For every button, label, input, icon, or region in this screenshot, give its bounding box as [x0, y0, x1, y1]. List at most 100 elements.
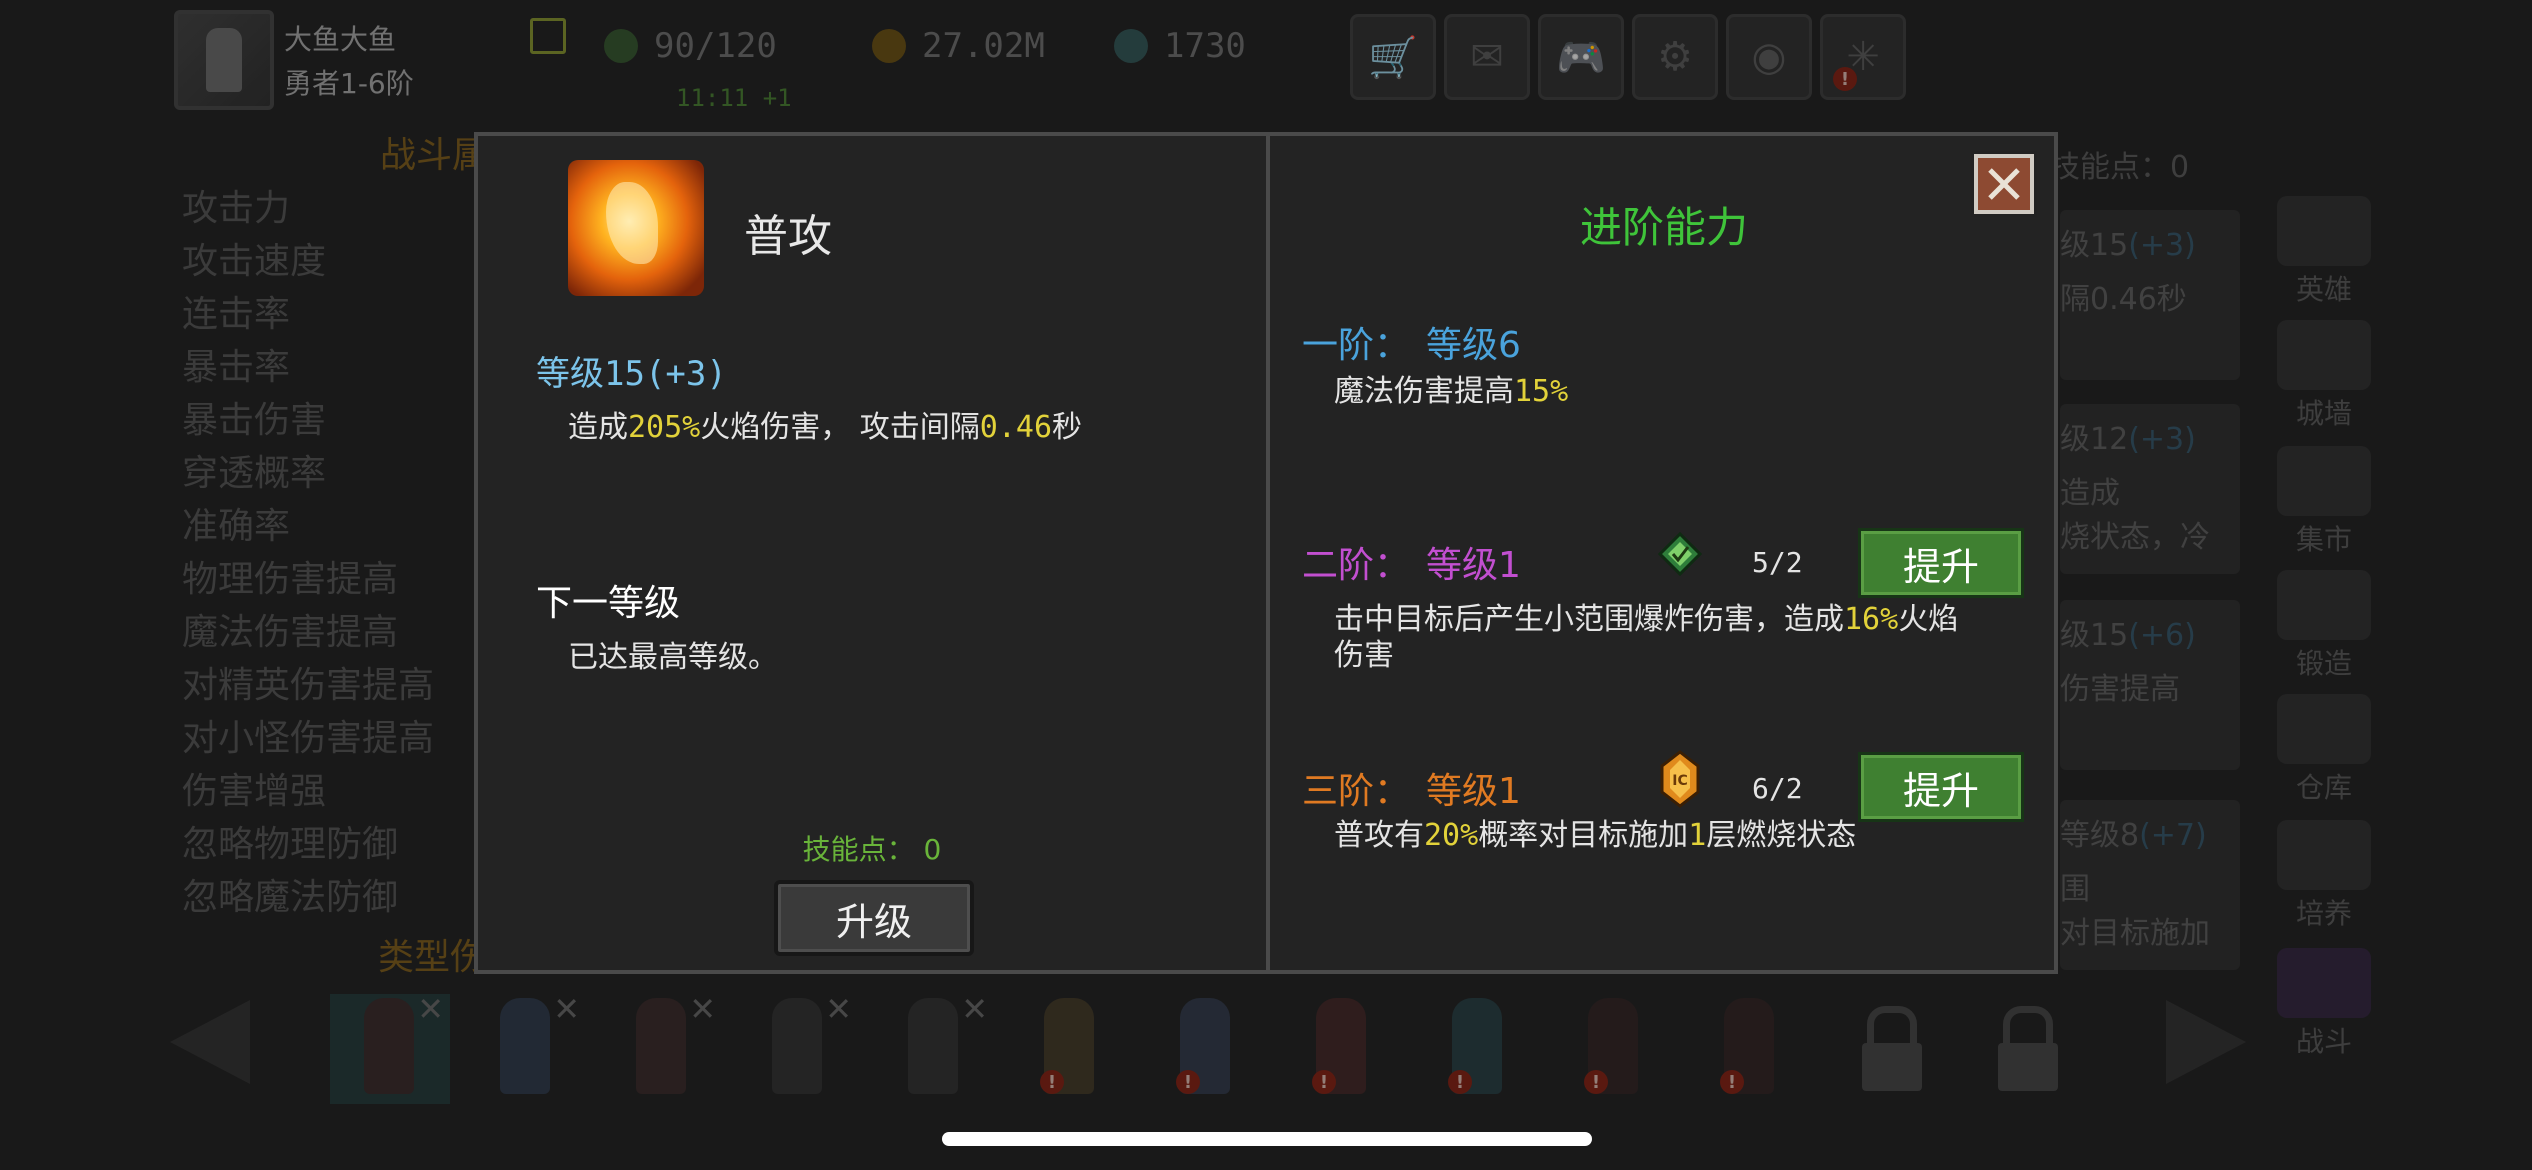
stat-label: 对小怪伤害提高: [182, 718, 435, 759]
tier-1-level: 等级6: [1426, 325, 1521, 366]
side-menu-storage[interactable]: 仓库: [2274, 694, 2374, 804]
alert-icon: !: [1448, 1070, 1472, 1094]
chalice-icon: [2277, 820, 2371, 890]
close-button[interactable]: [1974, 154, 2034, 214]
type-damage-title: 类型伤: [378, 937, 487, 978]
anvil-icon: [2277, 570, 2371, 640]
tier-2-name: 二阶：: [1302, 545, 1411, 586]
side-menu-wall[interactable]: 城墙: [2274, 320, 2374, 430]
energy-timer: 11:11 +1: [676, 84, 792, 112]
tier-2-cost: 5/2: [1752, 546, 1803, 579]
orange-gem-icon: IC: [1660, 750, 1700, 808]
green-gem-icon: [1658, 532, 1702, 576]
stat-label: 穿透概率: [182, 453, 327, 494]
hero-slot[interactable]: ✕: [874, 990, 994, 1104]
hero-slot[interactable]: !: [1282, 994, 1402, 1104]
alert-icon: !: [1833, 67, 1857, 91]
close-icon[interactable]: ✕: [689, 990, 716, 1028]
shop-button[interactable]: 🛒: [1350, 14, 1436, 100]
settings-button[interactable]: ⚙: [1632, 14, 1718, 100]
close-icon: [1988, 168, 2020, 200]
side-menu-forge[interactable]: 锻造: [2274, 570, 2374, 680]
side-menu-train[interactable]: 培养: [2274, 820, 2374, 930]
stat-label: 暴击率: [182, 347, 291, 388]
tier-3-name: 三阶：: [1302, 771, 1411, 812]
hero-slot[interactable]: ✕: [330, 990, 450, 1104]
close-icon[interactable]: ✕: [553, 990, 580, 1028]
side-menu-battle[interactable]: 战斗: [2274, 948, 2374, 1058]
upgrade-button[interactable]: 升级: [774, 880, 974, 956]
bg-skill-card[interactable]: 级15(+3) 隔0.46秒: [2060, 210, 2240, 380]
hero-slot[interactable]: !: [1146, 994, 1266, 1104]
home-indicator[interactable]: [942, 1132, 1592, 1146]
tier-1-name: 一阶：: [1302, 325, 1411, 366]
alert-icon: !: [1040, 1070, 1064, 1094]
energy-resource: 90/120: [604, 26, 777, 66]
market-icon: [2277, 446, 2371, 516]
wall-icon: [2277, 320, 2371, 390]
hero-slot[interactable]: !: [1418, 994, 1538, 1104]
player-avatar[interactable]: [174, 10, 274, 110]
stat-label: 攻击速度: [182, 241, 327, 282]
side-menu-market[interactable]: 集市: [2274, 446, 2374, 556]
bg-skill-points: 技能点：0: [2050, 150, 2190, 185]
stat-label: 准确率: [182, 506, 291, 547]
skill-description: 造成205%火焰伤害， 攻击间隔0.46秒: [568, 410, 1083, 445]
player-rank: 勇者1-6阶: [284, 67, 414, 100]
tier-3-level: 等级1: [1426, 771, 1521, 812]
hero-slot[interactable]: ✕: [738, 990, 858, 1104]
skill-level: 等级15(+3): [536, 354, 727, 394]
fire-skill-icon: [568, 160, 704, 296]
hero-slot[interactable]: ✕: [466, 990, 586, 1104]
gear-icon: ⚙: [1657, 34, 1693, 80]
stat-label: 伤害增强: [182, 771, 327, 812]
mail-icon: ✉: [1470, 34, 1504, 80]
svg-text:IC: IC: [1672, 773, 1687, 789]
hero-slot[interactable]: !: [1690, 994, 1810, 1104]
side-menu-hero[interactable]: 英雄: [2274, 196, 2374, 306]
alert-icon: !: [1584, 1070, 1608, 1094]
next-level-title: 下一等级: [536, 583, 681, 624]
tier-3-cost: 6/2: [1752, 772, 1803, 805]
close-icon[interactable]: ✕: [825, 990, 852, 1028]
bg-skill-card[interactable]: 级15(+6) 伤害提高: [2060, 600, 2240, 770]
portal-icon: [2277, 948, 2371, 1018]
wheel-button[interactable]: ◉: [1726, 14, 1812, 100]
web-button[interactable]: ✳ !: [1820, 14, 1906, 100]
hero-slot[interactable]: ✕: [602, 990, 722, 1104]
close-icon[interactable]: ✕: [961, 990, 988, 1028]
diamond-icon: [1114, 29, 1148, 63]
lock-icon: [1996, 1006, 2060, 1091]
alert-icon: !: [1312, 1070, 1336, 1094]
gamepad-button[interactable]: 🎮: [1538, 14, 1624, 100]
storage-icon: [2277, 694, 2371, 764]
tier-2-level: 等级1: [1426, 545, 1521, 586]
panel-divider: [1266, 136, 1270, 970]
alert-icon: !: [1176, 1070, 1200, 1094]
player-name: 大鱼大鱼: [284, 23, 397, 56]
hero-next-arrow[interactable]: [2166, 1000, 2246, 1084]
stat-label: 物理伤害提高: [182, 559, 399, 600]
gold-coin-icon: [872, 29, 906, 63]
hero-icon: [2277, 196, 2371, 266]
bg-skill-card[interactable]: 级12(+3) 造成 烧状态，冷: [2060, 404, 2240, 574]
lightning-icon: [604, 29, 638, 63]
hero-slot[interactable]: !: [1010, 994, 1130, 1104]
tier-2-promote-button[interactable]: 提升: [1858, 528, 2024, 598]
bg-skill-card[interactable]: 等级8(+7) 围 对目标施加: [2060, 800, 2240, 970]
tier-1-description: 魔法伤害提高15%: [1334, 374, 1569, 409]
close-icon[interactable]: ✕: [417, 990, 444, 1028]
next-level-description: 已达最高等级。: [568, 640, 778, 675]
stat-label: 忽略物理防御: [182, 824, 399, 865]
stats-list: 攻击力 攻击速度 连击率 暴击率 暴击伤害 穿透概率 准确率 物理伤害提高 魔法…: [182, 182, 434, 924]
tier-3-promote-button[interactable]: 提升: [1858, 752, 2024, 822]
hero-prev-arrow[interactable]: [170, 1000, 250, 1084]
hero-slot[interactable]: !: [1554, 994, 1674, 1104]
skill-name: 普攻: [744, 211, 832, 262]
stat-label: 攻击力: [182, 188, 291, 229]
advanced-ability-title: 进阶能力: [1579, 203, 1748, 252]
mail-button[interactable]: ✉: [1444, 14, 1530, 100]
edit-icon[interactable]: [530, 18, 566, 54]
tier-3-description: 普攻有20%概率对目标施加1层燃烧状态: [1334, 818, 1857, 853]
lock-icon: [1860, 1006, 1924, 1091]
